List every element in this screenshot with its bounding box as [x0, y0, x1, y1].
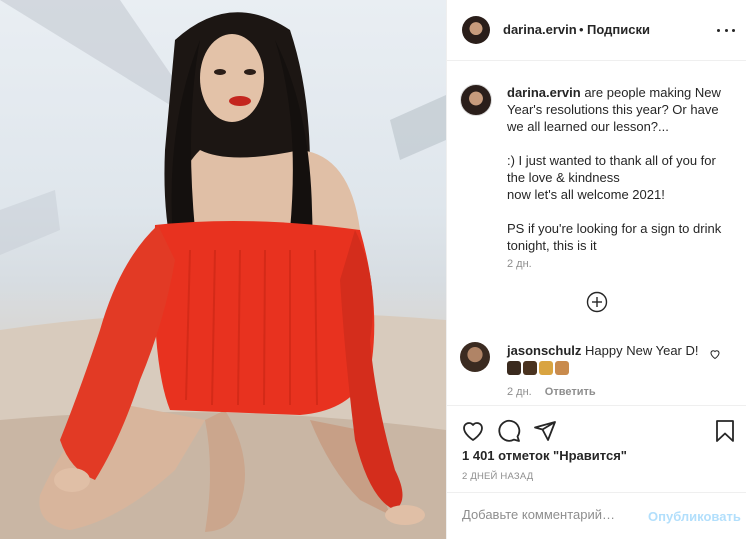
comment-text: Happy New Year D! — [585, 343, 699, 358]
plus-circle-icon[interactable] — [586, 291, 608, 313]
add-comment-bar: Опубликовать — [447, 492, 746, 539]
avatar[interactable] — [462, 16, 490, 44]
separator-dot: • — [579, 22, 584, 37]
post-header: darina.ervin • Подписки — [447, 0, 746, 61]
send-icon[interactable] — [533, 419, 557, 443]
follow-status-button[interactable]: Подписки — [587, 22, 650, 37]
publish-button[interactable]: Опубликовать — [648, 509, 741, 524]
comment-icon[interactable] — [497, 419, 521, 443]
caption-timestamp[interactable]: 2 дн. — [507, 258, 532, 270]
comment-meta: 2 дн. Ответить — [507, 386, 596, 398]
post-date[interactable]: 2 ДНЕЙ НАЗАД — [462, 471, 533, 482]
post-caption: darina.ervin are people making New Year'… — [507, 84, 735, 254]
emoji-icon — [555, 361, 569, 375]
commenter-avatar[interactable] — [460, 342, 490, 372]
comment-username[interactable]: jasonschulz — [507, 343, 581, 358]
emoji-icon — [507, 361, 521, 375]
caption-username[interactable]: darina.ervin — [507, 85, 581, 100]
caption-line: :) I just wanted to thank all of you for… — [507, 153, 716, 185]
emoji-icon — [539, 361, 553, 375]
comment-timestamp[interactable]: 2 дн. — [507, 386, 532, 398]
author-username[interactable]: darina.ervin — [503, 22, 577, 37]
emoji-icon — [523, 361, 537, 375]
comment: jasonschulz Happy New Year D! — [507, 342, 707, 378]
post-details-panel: darina.ervin • Подписки darina.ervin are… — [446, 0, 746, 539]
caption-line: PS if you're looking for a sign to drink… — [507, 221, 722, 253]
caption-avatar[interactable] — [460, 84, 492, 116]
comment-heart-icon[interactable] — [709, 348, 721, 360]
photo-illustration — [0, 0, 446, 539]
bookmark-icon[interactable] — [713, 419, 737, 443]
post-photo[interactable] — [0, 0, 446, 539]
caption-line: now let's all welcome 2021! — [507, 187, 665, 202]
likes-count[interactable]: 1 401 отметок "Нравится" — [462, 448, 627, 463]
comment-input[interactable] — [462, 507, 622, 522]
more-horizontal-icon[interactable] — [717, 22, 735, 38]
heart-icon[interactable] — [461, 419, 485, 443]
reply-button[interactable]: Ответить — [545, 386, 596, 398]
